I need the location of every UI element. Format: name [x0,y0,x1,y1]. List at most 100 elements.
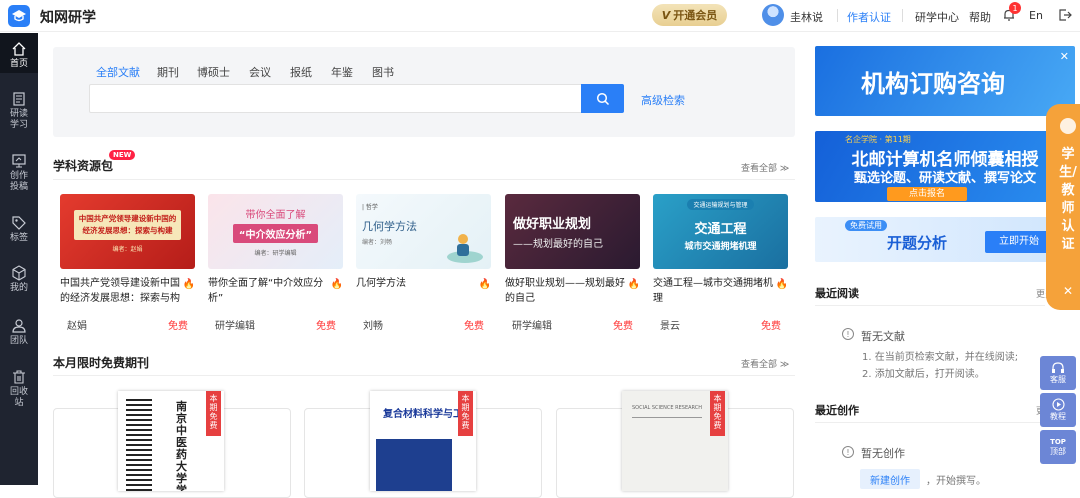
journal-cover[interactable]: 复合材料科学与工 本期免费 [370,391,476,491]
logo-icon[interactable] [8,5,30,27]
resource-cover[interactable]: 带你全面了解 “中介效应分析” 编者：研学编辑 [208,194,343,269]
hot-icon: 🔥 [478,279,491,290]
journal-cover[interactable]: SOCIAL SCIENCE RESEARCH 本期免费 [622,391,728,491]
free-ribbon: 本期免费 [458,391,473,436]
banner-course[interactable]: 名企学院 · 第11期 北邮计算机名师倾囊相授 甄选论题、研读文献、撰写论文 点… [815,131,1075,202]
avatar[interactable] [762,4,784,26]
cover-illustration [447,234,483,263]
resource-author: 景云 [660,321,680,332]
recent-read-tip: 1. 在当前页检索文献，并在线阅读; [862,352,1019,363]
tab-newspaper[interactable]: 报纸 [290,64,312,80]
certification-text: 学生/教师认证 [1059,147,1077,252]
divider [902,9,903,22]
price-label: 免费 [761,321,781,332]
resource-title[interactable]: 带你全面了解“中介效应分析” 🔥 [208,276,343,306]
tab-journal[interactable]: 期刊 [157,64,179,80]
sidebar-item-create[interactable]: 创作投稿 [0,153,38,193]
info-icon: ! [842,446,854,458]
new-creation-button[interactable]: 新建创作 [860,469,920,489]
divider [53,179,795,180]
tab-book[interactable]: 图书 [372,64,394,80]
divider [53,375,795,376]
resources-view-all[interactable]: 查看全部 ≫ [741,161,789,174]
free-ribbon: 本期免费 [710,391,725,436]
recent-read-tip: 2. 添加文献后，打开阅读。 [862,369,985,380]
resource-title[interactable]: 中国共产党领导建设新中国的经济发展思想：探索与构 🔥 [60,276,195,306]
resource-card[interactable]: | 哲学 几何学方法 编者：刘畅 几何学方法 🔥 刘畅 免费 [356,194,491,332]
resource-cover[interactable]: 交通运输规划与管理 交通工程 城市交通拥堵机理 [653,194,788,269]
play-icon [1051,398,1065,411]
cover-pattern [126,399,152,491]
resource-cover[interactable]: 做好职业规划 ——规划最好的自己 [505,194,640,269]
hot-icon: 🔥 [330,279,343,290]
hot-icon: 🔥 [182,279,195,290]
journal-cover[interactable]: 南京中医药大学学 本期免费 [118,391,224,491]
resource-card[interactable]: 带你全面了解 “中介效应分析” 编者：研学编辑 带你全面了解“中介效应分析” 🔥 … [208,194,343,332]
price-label: 免费 [613,321,633,332]
banner-subscription[interactable]: 机构订购咨询 ✕ [815,46,1075,116]
sidebar-item-study[interactable]: 研读学习 [0,91,38,131]
resource-card[interactable]: 做好职业规划 ——规划最好的自己 做好职业规划——规划最好的自己 🔥 研学编辑 免费 [505,194,640,332]
monitor-icon [12,154,26,168]
close-icon[interactable]: ✕ [1060,50,1069,63]
sidebar-item-trash[interactable]: 回收站 [0,369,38,409]
recent-read-title: 最近阅读 [815,287,859,300]
resource-cover[interactable]: 中国共产党领导建设新中国的 经济发展思想：探索与构建 编者：赵娟 [60,194,195,269]
trash-icon [13,370,25,384]
resource-title[interactable]: 交通工程—城市交通拥堵机理 🔥 [653,276,788,306]
resource-title[interactable]: 做好职业规划——规划最好的自己 🔥 [505,276,640,306]
tutorial-button[interactable]: 教程 [1040,393,1076,427]
username[interactable]: 圭林说 [790,9,823,25]
signup-button[interactable]: 点击报名 [887,187,967,201]
research-center-link[interactable]: 研学中心 [915,9,959,25]
logout-icon[interactable] [1058,8,1072,22]
help-link[interactable]: 帮助 [969,9,991,25]
divider [815,422,1045,423]
top-bar: 知网研学 V 开通会员 圭林说 作者认证 研学中心 帮助 1 En [0,0,1080,32]
recent-read-empty: 暂无文献 [861,330,905,343]
author-cert-link[interactable]: 作者认证 [847,9,891,25]
price-label: 免费 [316,321,336,332]
tab-yearbook[interactable]: 年鉴 [331,64,353,80]
free-ribbon: 本期免费 [206,391,221,436]
divider [632,417,702,418]
resource-author: 刘畅 [363,321,383,332]
app-name[interactable]: 知网研学 [40,7,96,27]
sidebar-item-tags[interactable]: 标签 [0,215,38,244]
advanced-search-link[interactable]: 高级检索 [641,92,685,108]
sidebar-item-team[interactable]: 团队 [0,318,38,347]
sidebar-item-home[interactable]: 首页 [0,33,38,73]
resource-cover[interactable]: | 哲学 几何学方法 编者：刘畅 [356,194,491,269]
journals-title: 本月限时免费期刊 [53,356,150,370]
promo-avatar-icon [1060,118,1076,134]
home-icon [12,42,26,56]
journals-view-all[interactable]: 查看全部 ≫ [741,357,789,370]
search-button[interactable] [581,84,624,113]
info-icon: ! [842,328,854,340]
vip-icon: V [661,8,671,22]
recent-create-title: 最近创作 [815,404,859,417]
resources-title: 学科资源包 [53,159,114,173]
search-input[interactable] [89,84,582,113]
hot-icon: 🔥 [775,279,788,290]
new-badge: NEW [109,150,136,160]
resource-title[interactable]: 几何学方法 🔥 [356,276,491,306]
vip-button[interactable]: V 开通会员 [652,4,727,26]
language-switch[interactable]: En [1029,9,1043,22]
recent-create-empty: 暂无创作 [861,447,905,460]
resource-author: 赵娟 [67,321,87,332]
sidebar-item-mine[interactable]: 我的 [0,265,38,294]
tab-thesis[interactable]: 博硕士 [197,64,230,80]
resource-author: 研学编辑 [512,321,552,332]
tab-all[interactable]: 全部文献 [96,64,140,80]
top-icon: TOP [1050,437,1066,446]
close-icon[interactable]: ✕ [1063,284,1073,298]
start-button[interactable]: 立即开始 [985,231,1053,253]
price-label: 免费 [464,321,484,332]
back-to-top-button[interactable]: TOP 顶部 [1040,430,1076,464]
resource-card[interactable]: 交通运输规划与管理 交通工程 城市交通拥堵机理 交通工程—城市交通拥堵机理 🔥 景… [653,194,788,332]
customer-service-button[interactable]: 客服 [1040,356,1076,390]
resource-card[interactable]: 中国共产党领导建设新中国的 经济发展思想：探索与构建 编者：赵娟 中国共产党领导… [60,194,195,332]
tab-conference[interactable]: 会议 [249,64,271,80]
banner-proposal[interactable]: 免费试用 开题分析 立即开始 [815,217,1075,262]
